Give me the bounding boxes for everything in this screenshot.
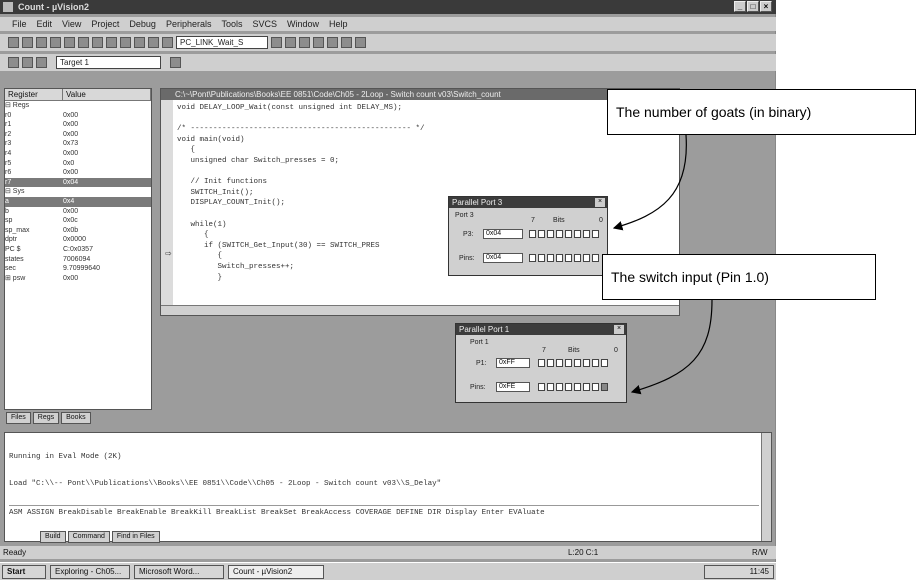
arrow-to-port3 xyxy=(612,134,687,231)
callout-arrows xyxy=(612,134,713,395)
arrow-to-port1 xyxy=(630,299,713,395)
